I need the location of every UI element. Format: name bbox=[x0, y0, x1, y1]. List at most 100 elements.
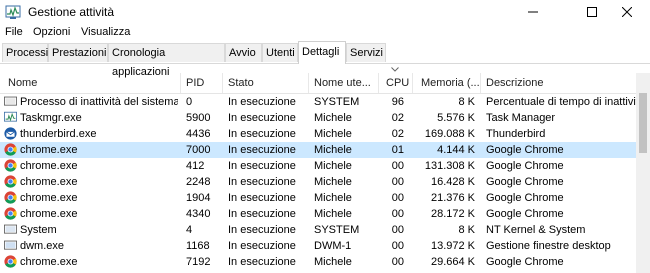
table-row[interactable]: chrome.exe 4340 In esecuzione Michele 00 28.1… bbox=[0, 206, 636, 222]
cell-name: chrome.exe bbox=[20, 256, 78, 268]
cell-description: Google Chrome bbox=[486, 176, 564, 188]
minimize-button[interactable] bbox=[510, 0, 556, 24]
column-header-nome-utente[interactable]: Nome ute... bbox=[314, 77, 371, 89]
cell-cpu: 00 bbox=[391, 176, 404, 188]
cell-cpu: 02 bbox=[391, 128, 404, 140]
cell-user: SYSTEM bbox=[314, 224, 360, 236]
cell-description: Google Chrome bbox=[486, 144, 564, 156]
cell-status: In esecuzione bbox=[228, 208, 296, 220]
table-row[interactable]: chrome.exe 7000 In esecuzione Michele 01 4.14… bbox=[0, 142, 636, 158]
cell-name: System bbox=[20, 224, 57, 236]
column-header-row: Nome PID Stato Nome ute... CPU Memoria (… bbox=[0, 73, 636, 94]
column-divider[interactable] bbox=[480, 73, 481, 93]
cell-name: chrome.exe bbox=[20, 144, 78, 156]
system-idle-icon bbox=[4, 95, 17, 108]
scrollbar-thumb[interactable] bbox=[639, 93, 647, 153]
close-button[interactable] bbox=[604, 0, 650, 24]
column-header-descrizione[interactable]: Descrizione bbox=[486, 77, 543, 89]
column-header-memoria[interactable]: Memoria (... bbox=[421, 77, 480, 89]
cell-user: Michele bbox=[314, 128, 352, 140]
task-manager-icon bbox=[5, 4, 21, 20]
chrome-icon bbox=[4, 159, 17, 172]
cell-description: NT Kernel & System bbox=[486, 224, 586, 236]
close-icon bbox=[622, 7, 632, 17]
column-header-nome[interactable]: Nome bbox=[8, 77, 37, 89]
column-divider[interactable] bbox=[308, 73, 309, 93]
minimize-icon bbox=[528, 11, 538, 13]
table-row[interactable]: chrome.exe 7192 In esecuzione Michele 00 29.6… bbox=[0, 254, 636, 270]
cell-status: In esecuzione bbox=[228, 96, 296, 108]
cell-status: In esecuzione bbox=[228, 192, 296, 204]
column-divider[interactable] bbox=[412, 73, 413, 93]
tab-cronologia-applicazioni[interactable]: Cronologia applicazioni bbox=[108, 43, 225, 78]
thunderbird-icon bbox=[4, 127, 17, 140]
cell-status: In esecuzione bbox=[228, 224, 296, 236]
tab-servizi[interactable]: Servizi bbox=[346, 43, 386, 62]
maximize-icon bbox=[587, 7, 597, 17]
cell-memory: 5.576 K bbox=[437, 112, 475, 124]
cell-name: chrome.exe bbox=[20, 208, 78, 220]
cell-pid: 1904 bbox=[186, 192, 211, 204]
column-header-pid[interactable]: PID bbox=[186, 77, 204, 89]
chrome-icon bbox=[4, 175, 17, 188]
table-row[interactable]: Processo di inattività del sistema 0 In es… bbox=[0, 94, 636, 110]
menu-opzioni[interactable]: Opzioni bbox=[33, 26, 70, 38]
column-divider[interactable] bbox=[180, 73, 181, 93]
tab-avvio[interactable]: Avvio bbox=[225, 43, 262, 62]
cell-cpu: 00 bbox=[391, 224, 404, 236]
cell-user: Michele bbox=[314, 256, 352, 268]
cell-cpu: 00 bbox=[391, 256, 404, 268]
cell-description: Task Manager bbox=[486, 112, 556, 124]
cell-status: In esecuzione bbox=[228, 128, 296, 140]
column-header-stato[interactable]: Stato bbox=[228, 77, 254, 89]
cell-status: In esecuzione bbox=[228, 256, 296, 268]
cell-description: Google Chrome bbox=[486, 192, 564, 204]
system-icon bbox=[4, 223, 17, 236]
cell-pid: 5900 bbox=[186, 112, 211, 124]
column-divider[interactable] bbox=[222, 73, 223, 93]
cell-memory: 29.664 K bbox=[430, 256, 475, 268]
cell-memory: 13.972 K bbox=[430, 240, 475, 252]
table-row[interactable]: chrome.exe 1904 In esecuzione Michele 00 21.3… bbox=[0, 190, 636, 206]
title-bar: Gestione attività bbox=[0, 0, 650, 24]
cell-memory: 169.088 K bbox=[424, 128, 475, 140]
column-divider[interactable] bbox=[378, 73, 379, 93]
cell-description: Thunderbird bbox=[486, 128, 546, 140]
tab-processi[interactable]: Processi bbox=[2, 43, 48, 62]
cell-name: chrome.exe bbox=[20, 176, 78, 188]
table-row[interactable]: chrome.exe 2248 In esecuzione Michele 00 16.4… bbox=[0, 174, 636, 190]
cell-user: Michele bbox=[314, 112, 352, 124]
cell-cpu: 96 bbox=[391, 96, 404, 108]
cell-pid: 4 bbox=[186, 224, 193, 236]
cell-user: Michele bbox=[314, 176, 352, 188]
table-row[interactable]: System 4 In esecuzione SYSTEM 00 8 K NT Kernel… bbox=[0, 222, 636, 238]
vertical-scrollbar[interactable] bbox=[636, 73, 650, 273]
tab-utenti[interactable]: Utenti bbox=[262, 43, 298, 62]
cell-user: DWM-1 bbox=[314, 240, 352, 252]
tab-dettagli[interactable]: Dettagli bbox=[298, 41, 346, 64]
tab-prestazioni[interactable]: Prestazioni bbox=[48, 43, 108, 62]
chrome-icon bbox=[4, 143, 17, 156]
cell-pid: 4340 bbox=[186, 208, 211, 220]
cell-pid: 7000 bbox=[186, 144, 211, 156]
tab-bar: Processi Prestazioni Cronologia applicaz… bbox=[0, 41, 650, 78]
cell-user: SYSTEM bbox=[314, 96, 360, 108]
cell-description: Google Chrome bbox=[486, 160, 564, 172]
cell-description: Percentuale di tempo di inattività bbox=[486, 96, 636, 108]
menu-file[interactable]: File bbox=[5, 26, 23, 38]
cell-cpu: 02 bbox=[391, 112, 404, 124]
cell-memory: 21.376 K bbox=[430, 192, 475, 204]
table-row[interactable]: dwm.exe 1168 In esecuzione DWM-1 00 13.972 K G… bbox=[0, 238, 636, 254]
cell-cpu: 00 bbox=[391, 160, 404, 172]
cell-description: Gestione finestre desktop bbox=[486, 240, 611, 252]
table-row[interactable]: thunderbird.exe 4436 In esecuzione Michele 0… bbox=[0, 126, 636, 142]
table-row[interactable]: chrome.exe 412 In esecuzione Michele 00 131.3… bbox=[0, 158, 636, 174]
chrome-icon bbox=[4, 191, 17, 204]
cell-cpu: 00 bbox=[391, 208, 404, 220]
cell-user: Michele bbox=[314, 208, 352, 220]
menu-visualizza[interactable]: Visualizza bbox=[81, 26, 130, 38]
chrome-icon bbox=[4, 207, 17, 220]
cell-status: In esecuzione bbox=[228, 176, 296, 188]
table-row[interactable]: Taskmgr.exe 5900 In esecuzione Michele 02 5.5… bbox=[0, 110, 636, 126]
column-header-cpu[interactable]: CPU bbox=[386, 77, 409, 89]
